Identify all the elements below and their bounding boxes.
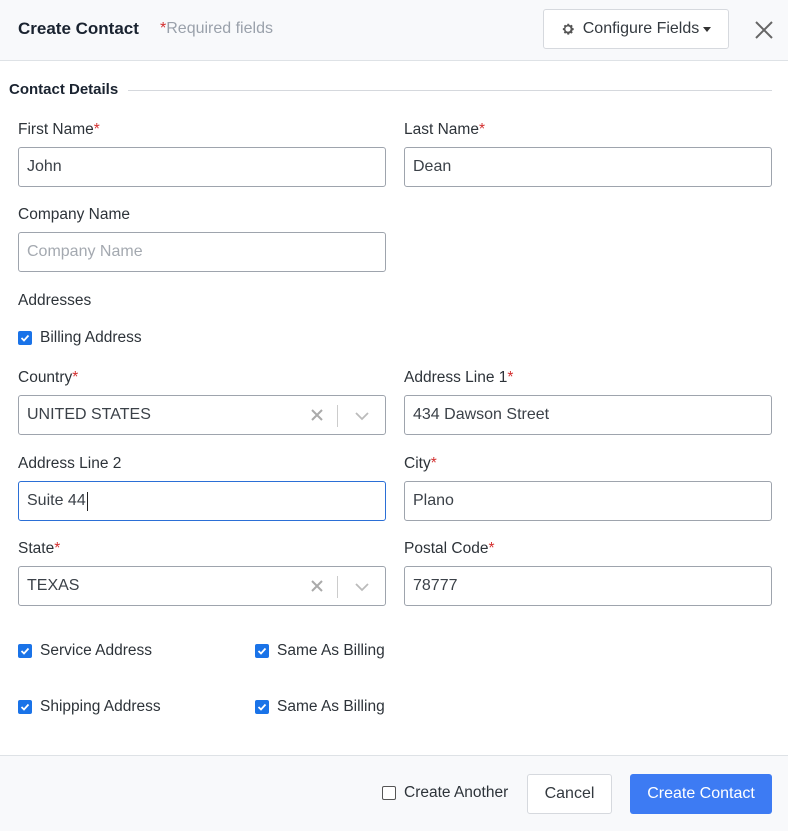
select-separator — [337, 405, 338, 427]
address-line-1-input[interactable]: 434 Dawson Street — [404, 395, 772, 435]
shipping-address-checkbox[interactable]: Shipping Address — [18, 698, 161, 716]
checkbox-unchecked-icon — [382, 786, 396, 800]
address-line-1-label: Address Line 1* — [404, 369, 514, 386]
state-value: TEXAS — [27, 577, 80, 594]
city-input[interactable]: Plano — [404, 481, 772, 521]
first-name-input[interactable]: John — [18, 147, 386, 187]
country-value: UNITED STATES — [27, 406, 151, 423]
company-name-label: Company Name — [18, 206, 130, 223]
state-label: State* — [18, 540, 61, 557]
create-another-checkbox[interactable]: Create Another — [382, 784, 508, 802]
address-line-2-input[interactable]: Suite 44 — [18, 481, 386, 521]
text-cursor — [86, 491, 88, 511]
shipping-same-as-billing-checkbox[interactable]: Same As Billing — [255, 698, 385, 716]
checkbox-checked-icon — [18, 331, 32, 345]
city-label: City* — [404, 455, 437, 472]
same-as-billing-label: Same As Billing — [277, 698, 385, 715]
create-another-label: Create Another — [404, 784, 509, 801]
first-name-label: First Name* — [18, 121, 100, 138]
section-title: Contact Details — [9, 81, 119, 98]
country-label: Country* — [18, 369, 79, 386]
modal-header: Create Contact *Required fields Configur… — [0, 0, 788, 61]
checkbox-checked-icon — [18, 700, 32, 714]
create-contact-button[interactable]: Create Contact — [630, 774, 772, 814]
checkbox-checked-icon — [18, 644, 32, 658]
select-separator — [337, 576, 338, 598]
close-button[interactable] — [752, 18, 776, 42]
section-divider — [128, 90, 772, 91]
billing-address-label: Billing Address — [40, 329, 142, 346]
modal-title: Create Contact — [18, 19, 139, 38]
country-select[interactable]: UNITED STATES — [18, 395, 386, 435]
service-same-as-billing-checkbox[interactable]: Same As Billing — [255, 642, 385, 660]
company-name-input[interactable]: Company Name — [18, 232, 386, 272]
postal-code-input[interactable]: 78777 — [404, 566, 772, 606]
billing-address-checkbox[interactable]: Billing Address — [18, 329, 142, 347]
caret-down-icon — [703, 26, 712, 32]
configure-fields-button[interactable]: Configure Fields — [543, 9, 729, 49]
chevron-down-icon[interactable] — [353, 408, 371, 424]
close-icon — [755, 21, 773, 39]
shipping-address-label: Shipping Address — [40, 698, 161, 715]
service-address-label: Service Address — [40, 642, 152, 659]
cancel-button[interactable]: Cancel — [527, 774, 612, 814]
postal-code-label: Postal Code* — [404, 540, 495, 557]
addresses-label: Addresses — [18, 292, 92, 309]
configure-fields-label: Configure Fields — [582, 20, 700, 37]
last-name-label: Last Name* — [404, 121, 485, 138]
gear-icon — [561, 22, 575, 36]
checkbox-checked-icon — [255, 644, 269, 658]
last-name-input[interactable]: Dean — [404, 147, 772, 187]
service-address-checkbox[interactable]: Service Address — [18, 642, 152, 660]
state-select[interactable]: TEXAS — [18, 566, 386, 606]
address-line-2-value: Suite 44 — [27, 492, 86, 509]
clear-icon[interactable] — [309, 407, 325, 423]
required-fields-note: *Required fields — [160, 20, 273, 38]
chevron-down-icon[interactable] — [353, 579, 371, 595]
address-line-2-label: Address Line 2 — [18, 455, 122, 472]
checkbox-checked-icon — [255, 700, 269, 714]
same-as-billing-label: Same As Billing — [277, 642, 385, 659]
clear-icon[interactable] — [309, 578, 325, 594]
required-note-text: Required fields — [166, 20, 273, 37]
